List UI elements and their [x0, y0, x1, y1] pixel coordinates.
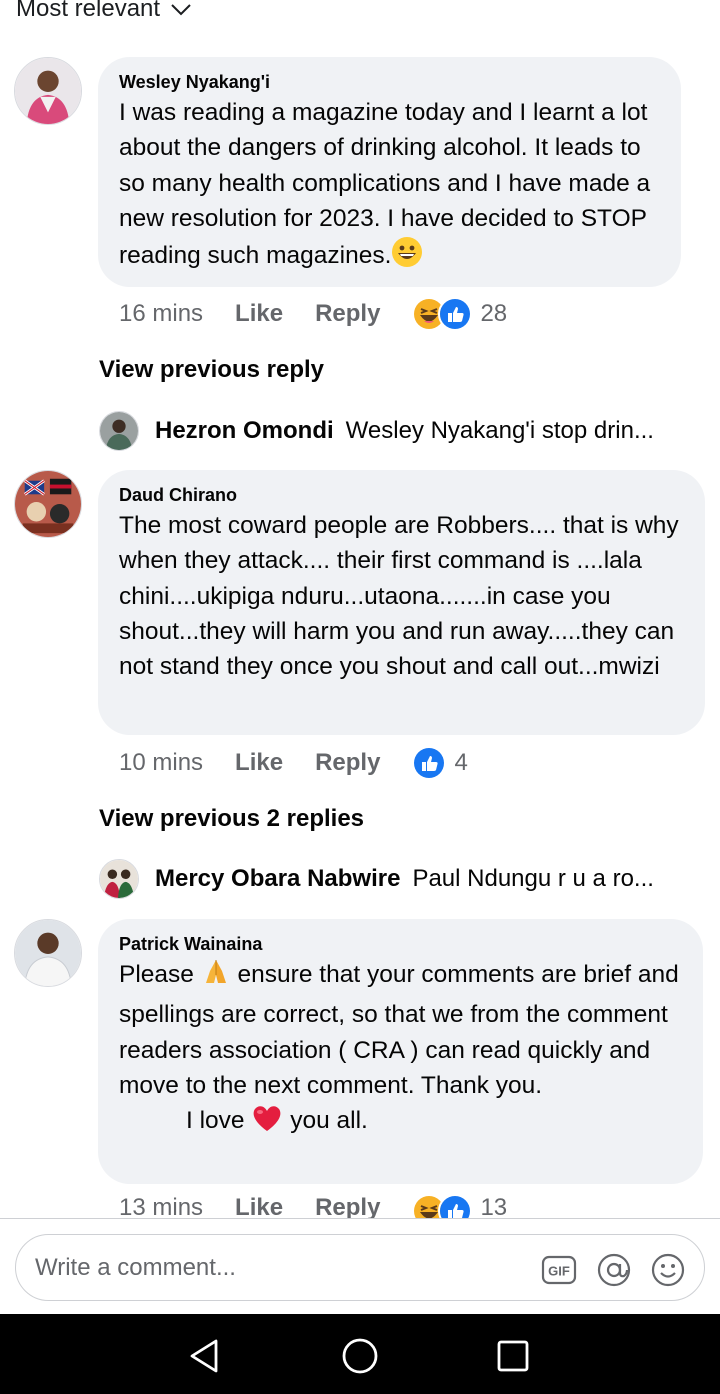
reaction-count: 28 [480, 300, 508, 327]
comment-composer-bar: GIF [0, 1218, 720, 1314]
sort-label: Most relevant [16, 0, 161, 22]
home-circle-icon[interactable] [340, 1336, 380, 1376]
system-navigation-bar [0, 1314, 720, 1394]
comment-author[interactable]: Wesley Nyakang'i [119, 71, 659, 93]
comment-meta: 10 mins Like Reply 4 [119, 746, 468, 780]
avatar[interactable] [14, 57, 82, 125]
reply-text: Wesley Nyakang'i stop drin... [345, 417, 654, 444]
comment-text: Please ensure that your comments are bri… [119, 957, 681, 1143]
comment-meta: 16 mins Like Reply 28 [119, 297, 507, 331]
reply-button[interactable]: Reply [315, 749, 380, 777]
comment-composer: GIF [15, 1234, 705, 1301]
folded-hands-emoji-icon [201, 957, 231, 997]
like-button[interactable]: Like [235, 300, 283, 328]
comment-input[interactable] [35, 1253, 525, 1282]
comment-author[interactable]: Daud Chirano [119, 484, 683, 506]
comment-bubble: Wesley Nyakang'i I was reading a magazin… [98, 57, 681, 287]
sort-dropdown[interactable]: Most relevant [16, 0, 192, 26]
like-icon [412, 746, 447, 780]
comment-text: I was reading a magazine today and I lea… [119, 95, 659, 278]
view-previous-replies-link[interactable]: View previous 2 replies [99, 805, 364, 833]
like-icon [438, 297, 473, 331]
back-triangle-icon[interactable] [186, 1336, 226, 1376]
red-heart-emoji-icon [251, 1103, 283, 1143]
like-button[interactable]: Like [235, 1194, 283, 1218]
gif-icon[interactable]: GIF [541, 1252, 577, 1288]
svg-text:GIF: GIF [548, 1264, 570, 1279]
comment-time[interactable]: 13 mins [119, 1194, 203, 1218]
like-icon [438, 1194, 473, 1218]
emoji-icon[interactable] [650, 1252, 686, 1288]
grinning-face-emoji-icon [391, 236, 423, 278]
reaction-count: 4 [454, 749, 468, 776]
reply-preview[interactable]: Hezron Omondi Wesley Nyakang'i stop drin… [99, 410, 709, 452]
reaction-count: 13 [480, 1194, 508, 1218]
comment-meta: 13 mins Like Reply 13 [119, 1194, 507, 1218]
reactions[interactable] [412, 1194, 473, 1218]
reply-button[interactable]: Reply [315, 300, 380, 328]
reply-author[interactable]: Hezron Omondi [155, 417, 334, 445]
reply-preview[interactable]: Mercy Obara Nabwire Paul Ndungu r u a ro… [99, 858, 709, 900]
like-button[interactable]: Like [235, 749, 283, 777]
comment-bubble: Daud Chirano The most coward people are … [98, 470, 705, 735]
reactions[interactable] [412, 297, 473, 331]
chevron-down-icon [171, 4, 191, 16]
avatar[interactable] [14, 470, 82, 538]
comment-time[interactable]: 10 mins [119, 749, 203, 777]
avatar[interactable] [14, 919, 82, 987]
comment-author[interactable]: Patrick Wainaina [119, 933, 681, 955]
avatar[interactable] [99, 411, 139, 451]
reply-author[interactable]: Mercy Obara Nabwire [155, 865, 400, 893]
avatar[interactable] [99, 859, 139, 899]
reply-text: Paul Ndungu r u a ro... [412, 865, 654, 892]
reply-button[interactable]: Reply [315, 1194, 380, 1218]
comment-time[interactable]: 16 mins [119, 300, 203, 328]
comment-text: The most coward people are Robbers.... t… [119, 512, 679, 681]
comment-bubble: Patrick Wainaina Please ensure that your… [98, 919, 703, 1184]
recents-square-icon[interactable] [493, 1336, 533, 1376]
view-previous-replies-link[interactable]: View previous reply [99, 356, 324, 384]
at-mention-icon[interactable] [596, 1252, 632, 1288]
reactions[interactable] [412, 746, 447, 780]
